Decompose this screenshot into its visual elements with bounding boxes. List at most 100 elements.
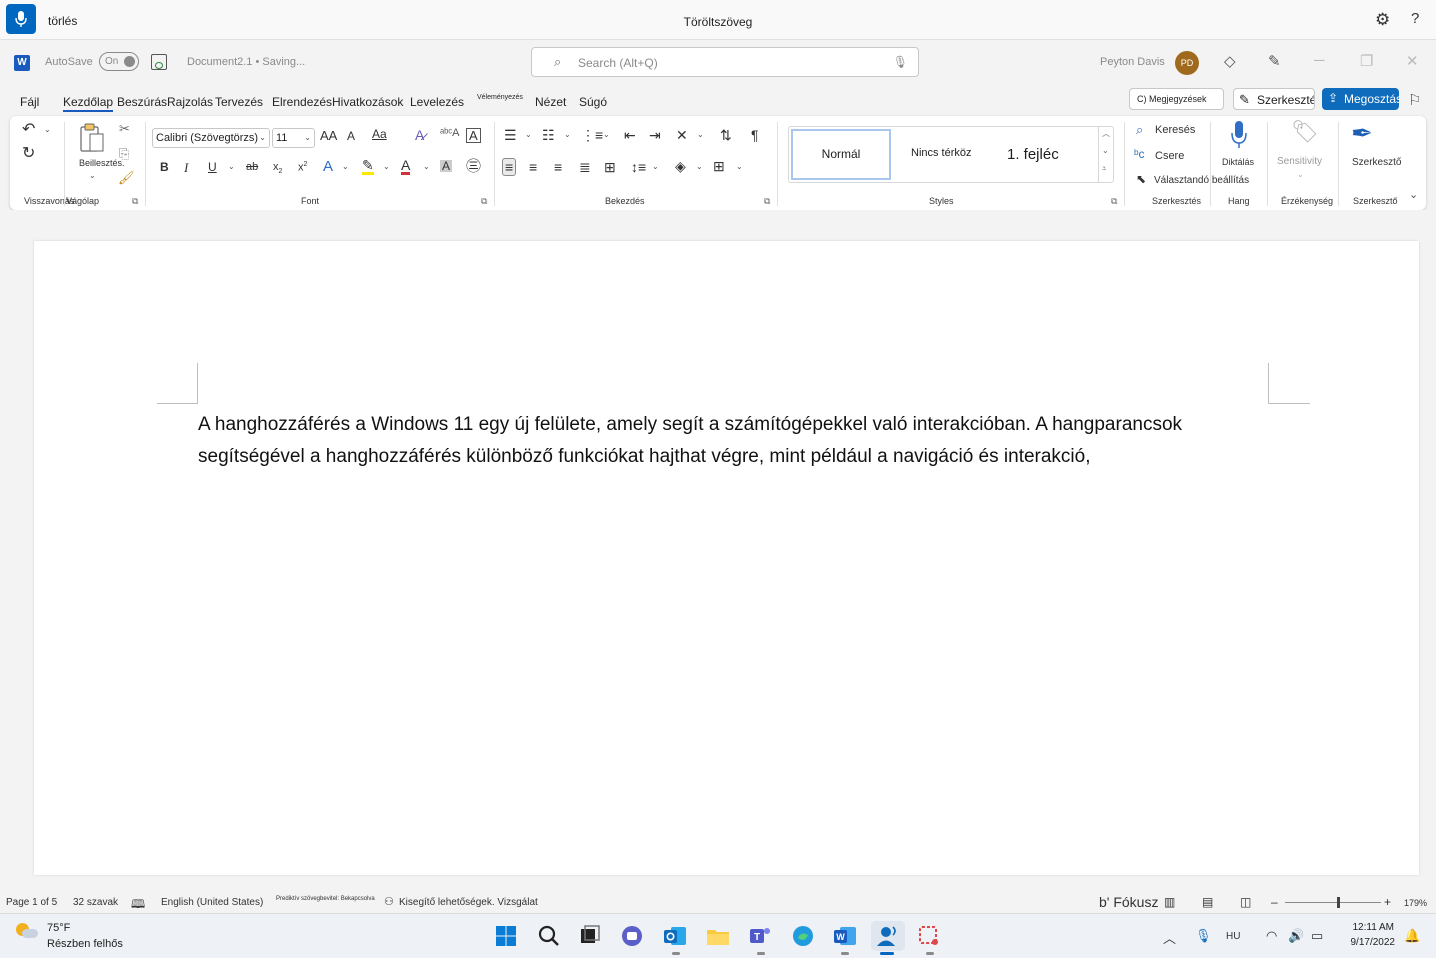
bullets-icon[interactable]: ☰	[504, 128, 517, 142]
font-size-select[interactable]: 11 ⌄	[272, 128, 315, 148]
focus-mode-button[interactable]: b' Fókusz	[1099, 894, 1158, 910]
subscript-button[interactable]: x2	[273, 162, 282, 176]
tab-view[interactable]: Nézet	[535, 95, 566, 109]
feedback-icon[interactable]: ⚐	[1408, 91, 1421, 109]
editor-pen-icon[interactable]: ✒	[1351, 120, 1373, 146]
align-center-icon[interactable]: ≡	[529, 160, 537, 174]
chevron-down-icon[interactable]: ⌄	[697, 131, 704, 139]
save-sync-icon[interactable]	[151, 54, 167, 70]
collapse-ribbon-icon[interactable]: ⌄	[1409, 190, 1418, 201]
minimize-icon[interactable]: ─	[1314, 52, 1325, 69]
help-icon[interactable]: ?	[1411, 10, 1419, 27]
snipping-tool-icon[interactable]	[917, 923, 943, 949]
restore-icon[interactable]: ❐	[1360, 52, 1373, 70]
chevron-down-icon[interactable]: ⌄	[383, 163, 390, 171]
windows-start-icon[interactable]	[493, 923, 519, 949]
zoom-in-button[interactable]: +	[1384, 895, 1391, 909]
font-color-icon[interactable]: A	[401, 158, 411, 175]
tab-layout[interactable]: Elrendezés	[272, 95, 332, 109]
tab-insert[interactable]: Beszúrás	[117, 95, 167, 109]
dialog-launcher-icon[interactable]: ⧉	[764, 196, 770, 207]
search-icon[interactable]	[536, 923, 562, 949]
pen-sparkle-icon[interactable]: ✎	[1268, 52, 1281, 70]
chevron-down-icon[interactable]: ⌄	[736, 163, 743, 171]
paste-button-label[interactable]: Beillesztés.	[79, 159, 125, 168]
tab-references[interactable]: Hivatkozások	[332, 95, 403, 109]
replace-button[interactable]: Csere	[1155, 151, 1184, 162]
microphone-icon[interactable]: 🎙	[893, 55, 908, 69]
justify-icon[interactable]: ≣	[579, 160, 591, 174]
diamond-icon[interactable]: ◇	[1224, 52, 1236, 70]
read-mode-icon[interactable]: ▥	[1164, 895, 1175, 909]
outlook-icon[interactable]	[662, 923, 688, 949]
undo-icon[interactable]: ↶	[22, 122, 35, 138]
file-explorer-icon[interactable]	[705, 923, 731, 949]
tab-mailings[interactable]: Levelezés	[410, 95, 464, 109]
cut-icon[interactable]: ✂	[119, 122, 130, 135]
bold-button[interactable]: B	[160, 161, 169, 173]
zoom-slider-thumb[interactable]	[1336, 897, 1340, 908]
line-spacing-icon[interactable]: ↕≡	[631, 160, 646, 174]
format-painter-icon[interactable]: 🖌	[118, 171, 135, 184]
wifi-icon[interactable]: ◠	[1266, 928, 1277, 944]
style-no-spacing[interactable]: Nincs térköz	[911, 147, 972, 159]
italic-button[interactable]: I	[184, 161, 188, 174]
chevron-down-icon[interactable]: ⌄	[342, 163, 349, 171]
teams-icon[interactable]: T	[747, 923, 773, 949]
chevron-down-icon[interactable]: ⌄	[1102, 146, 1109, 155]
borders-icon[interactable]: ⊞	[713, 159, 725, 173]
clipboard-paste-icon[interactable]	[78, 122, 108, 156]
character-border-icon[interactable]: A	[466, 128, 481, 143]
microphone-icon[interactable]: 🎙	[1195, 928, 1212, 944]
speaker-icon[interactable]: 🔊	[1288, 928, 1304, 944]
clear-formatting-icon[interactable]: A̷	[415, 128, 424, 142]
document-page[interactable]	[34, 241, 1419, 875]
word-count[interactable]: 32 szavak	[73, 897, 118, 908]
input-language[interactable]: HU	[1226, 931, 1240, 942]
chevron-up-icon[interactable]: ︿	[1102, 128, 1110, 139]
find-button[interactable]: Keresés	[1155, 125, 1195, 136]
shrink-font-button[interactable]: A	[347, 130, 355, 142]
tab-draw[interactable]: Rajzolás	[167, 95, 213, 109]
document-body-text[interactable]: A hanghozzáférés a Windows 11 egy új fel…	[198, 409, 1258, 473]
editor-button[interactable]: Szerkesztő	[1352, 158, 1401, 168]
underline-button[interactable]: U	[208, 161, 217, 173]
tab-review[interactable]: Véleményezés	[477, 94, 523, 101]
page-count[interactable]: Page 1 of 5	[6, 897, 57, 908]
chevron-down-icon[interactable]: ⌄	[652, 163, 659, 171]
chevron-down-icon[interactable]: ⌄	[564, 131, 571, 139]
superscript-button[interactable]: x2	[298, 161, 307, 174]
chevron-down-icon[interactable]: ⌄	[423, 163, 430, 171]
chevron-down-icon[interactable]: ⌄	[1297, 171, 1304, 179]
share-button[interactable]: ⇪ Megosztás	[1322, 88, 1399, 110]
more-styles-icon[interactable]: ⩡	[1102, 164, 1107, 174]
font-name-select[interactable]: Calibri (Szövegtörzs) ⌄	[152, 128, 270, 148]
decrease-indent-icon[interactable]: ⇤	[624, 128, 636, 142]
tab-design[interactable]: Tervezés	[215, 95, 263, 109]
find-icon[interactable]: ⌕	[1136, 123, 1143, 136]
strikethrough-button[interactable]: ab	[246, 162, 258, 173]
distributed-icon[interactable]: ⊞	[604, 160, 616, 174]
weather-condition[interactable]: Részben felhős	[47, 938, 123, 950]
weather-temperature[interactable]: 75°F	[47, 922, 70, 934]
chat-icon[interactable]	[619, 923, 645, 949]
word-icon[interactable]: W	[832, 923, 858, 949]
clock-time[interactable]: 12:11 AM	[1350, 922, 1394, 933]
highlight-icon[interactable]: ✎	[362, 158, 374, 175]
edge-icon[interactable]	[790, 923, 816, 949]
weather-partly-cloudy-icon[interactable]	[16, 923, 38, 938]
chevron-down-icon[interactable]: ⌄	[525, 131, 532, 139]
notification-icon[interactable]: 🔔	[1404, 928, 1420, 944]
chevron-down-icon[interactable]: ⌄	[89, 172, 96, 180]
zoom-out-button[interactable]: –	[1271, 895, 1278, 909]
sort-icon[interactable]: ⇅	[720, 128, 732, 142]
accessibility-status[interactable]: Kisegítő lehetőségek. Vizsgálat	[399, 897, 538, 908]
task-view-icon[interactable]	[577, 923, 603, 949]
autosave-toggle[interactable]: On	[99, 52, 139, 71]
avatar[interactable]: PD	[1175, 51, 1199, 75]
align-left-icon[interactable]: ≡	[502, 158, 517, 176]
print-layout-icon[interactable]: ▤	[1202, 895, 1213, 909]
copy-icon[interactable]: ⎘	[119, 147, 129, 160]
redo-icon[interactable]: ↻	[22, 146, 35, 162]
select-cursor-icon[interactable]: ⬉	[1136, 173, 1146, 185]
